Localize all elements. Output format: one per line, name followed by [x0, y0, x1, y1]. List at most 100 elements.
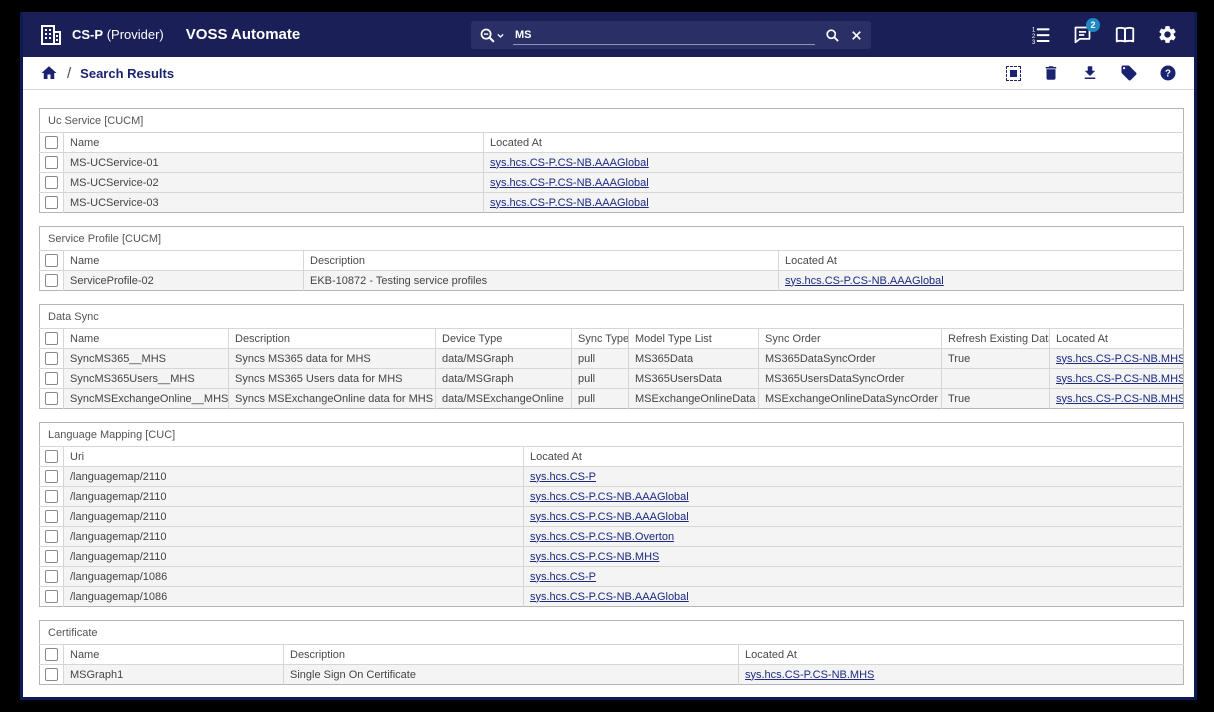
column-header: Description: [229, 329, 436, 349]
located-at-link[interactable]: sys.hcs.CS-P.CS-NB.AAAGlobal: [530, 491, 689, 503]
select-all-checkbox[interactable]: [45, 254, 58, 267]
column-header: Model Type List: [629, 329, 759, 349]
row-checkbox[interactable]: [45, 352, 58, 365]
multi-select-button[interactable]: [1006, 66, 1021, 81]
column-header: Name: [64, 645, 284, 665]
cell-text: pull: [572, 349, 629, 369]
results-table: CertificateNameDescriptionLocated AtMSGr…: [39, 620, 1178, 685]
table-row: /languagemap/1086sys.hcs.CS-P: [40, 567, 1184, 587]
export-button[interactable]: [1081, 64, 1099, 82]
cell-text: pull: [572, 389, 629, 409]
select-all-checkbox[interactable]: [45, 450, 58, 463]
row-select-cell: [40, 193, 64, 213]
table-row: /languagemap/2110 sys.hcs.CS-P: [40, 467, 1184, 487]
row-select-cell: [40, 487, 64, 507]
located-at-link[interactable]: sys.hcs.CS-P.CS-NB.AAAGlobal: [490, 197, 649, 209]
column-header: Uri: [64, 447, 524, 467]
cell-text: /languagemap/2110: [64, 527, 524, 547]
row-select-cell: [40, 153, 64, 173]
results-table: Data SyncNameDescriptionDevice TypeSync …: [39, 304, 1178, 409]
located-at-link[interactable]: sys.hcs.CS-P.CS-NB.MHS: [1056, 393, 1184, 405]
row-checkbox[interactable]: [45, 176, 58, 189]
tag-button[interactable]: [1120, 64, 1138, 82]
located-at-link[interactable]: sys.hcs.CS-P.CS-NB.AAAGlobal: [490, 157, 649, 169]
row-checkbox[interactable]: [45, 550, 58, 563]
numbered-list-button[interactable]: 1 2 3: [1031, 25, 1051, 45]
cell-text: /languagemap/2110: [64, 507, 524, 527]
table-row: /languagemap/1086sys.hcs.CS-P.CS-NB.AAAG…: [40, 587, 1184, 607]
row-select-cell: [40, 665, 64, 685]
search-icon: [825, 28, 840, 43]
located-at-link[interactable]: sys.hcs.CS-P: [530, 471, 596, 483]
help-button[interactable]: ?: [1159, 64, 1177, 82]
cell-text: /languagemap/2110: [64, 467, 524, 487]
cell-text: SyncMS365__MHS: [64, 349, 229, 369]
results-table: Uc Service [CUCM]NameLocated AtMS-UCServ…: [39, 108, 1178, 213]
located-at-link[interactable]: sys.hcs.CS-P.CS-NB.AAAGlobal: [490, 177, 649, 189]
column-header: Sync Type: [572, 329, 629, 349]
table-row: ServiceProfile-02EKB-10872 - Testing ser…: [40, 271, 1184, 291]
table-row: MSGraph1Single Sign On Certificatesys.hc…: [40, 665, 1184, 685]
guide-book-button[interactable]: [1114, 24, 1136, 46]
org-label[interactable]: CS-P (Provider): [72, 27, 164, 42]
table-title: Language Mapping [CUC]: [40, 423, 1184, 447]
cell-text: pull: [572, 369, 629, 389]
row-checkbox[interactable]: [45, 490, 58, 503]
home-icon: [40, 64, 58, 82]
app-title: VOSS Automate: [186, 26, 300, 43]
table-row: /languagemap/2110sys.hcs.CS-P.CS-NB.AAAG…: [40, 487, 1184, 507]
guide-book-icon: [1114, 24, 1136, 46]
numbered-list-icon: 1 2 3: [1031, 25, 1051, 45]
search-submit-button[interactable]: [825, 28, 840, 43]
cell-text: MSExchangeOnlineDataSyncOrder: [759, 389, 942, 409]
select-all-cell: [40, 251, 64, 271]
building-icon: [39, 23, 63, 47]
column-header: Sync Order: [759, 329, 942, 349]
located-at-link[interactable]: sys.hcs.CS-P.CS-NB.MHS: [745, 669, 874, 681]
clear-search-button[interactable]: [850, 29, 863, 42]
row-checkbox[interactable]: [45, 392, 58, 405]
column-header: Located At: [524, 447, 1184, 467]
column-header: Name: [64, 133, 484, 153]
org-name: CS-P: [72, 27, 103, 42]
global-search-input[interactable]: [513, 25, 815, 45]
row-checkbox[interactable]: [45, 570, 58, 583]
cell-text: Single Sign On Certificate: [284, 665, 739, 685]
row-checkbox[interactable]: [45, 372, 58, 385]
select-all-checkbox[interactable]: [45, 332, 58, 345]
cell-text: MS365UsersDataSyncOrder: [759, 369, 942, 389]
row-checkbox[interactable]: [45, 274, 58, 287]
located-at-link[interactable]: sys.hcs.CS-P.CS-NB.AAAGlobal: [530, 511, 689, 523]
delete-button[interactable]: [1042, 64, 1060, 82]
cell-text: data/MSGraph: [436, 369, 572, 389]
located-at-link[interactable]: sys.hcs.CS-P.CS-NB.AAAGlobal: [530, 591, 689, 603]
located-at-link[interactable]: sys.hcs.CS-P.CS-NB.Overton: [530, 531, 674, 543]
row-checkbox[interactable]: [45, 530, 58, 543]
located-at-link[interactable]: sys.hcs.CS-P.CS-NB.MHS: [1056, 373, 1184, 385]
row-checkbox[interactable]: [45, 156, 58, 169]
located-at-link[interactable]: sys.hcs.CS-P.CS-NB.MHS: [530, 551, 659, 563]
search-scope-button[interactable]: [479, 27, 505, 44]
search-results: Uc Service [CUCM]NameLocated AtMS-UCServ…: [23, 90, 1194, 697]
home-button[interactable]: [40, 64, 58, 82]
messages-button[interactable]: 2: [1072, 24, 1093, 45]
located-at-link[interactable]: sys.hcs.CS-P.CS-NB.AAAGlobal: [785, 275, 944, 287]
settings-button[interactable]: [1157, 24, 1178, 45]
column-header: Name: [64, 251, 304, 271]
column-header: Name: [64, 329, 229, 349]
cell-text: SyncMSExchangeOnline__MHS: [64, 389, 229, 409]
row-checkbox[interactable]: [45, 590, 58, 603]
located-at-link[interactable]: sys.hcs.CS-P.CS-NB.MHS: [1056, 353, 1184, 365]
table-row: SyncMS365__MHSSyncs MS365 data for MHSda…: [40, 349, 1184, 369]
table-row: SyncMSExchangeOnline__MHSSyncs MSExchang…: [40, 389, 1184, 409]
table-row: SyncMS365Users__MHSSyncs MS365 Users dat…: [40, 369, 1184, 389]
row-checkbox[interactable]: [45, 510, 58, 523]
select-all-checkbox[interactable]: [45, 648, 58, 661]
select-all-cell: [40, 329, 64, 349]
row-checkbox[interactable]: [45, 196, 58, 209]
row-checkbox[interactable]: [45, 470, 58, 483]
row-checkbox[interactable]: [45, 668, 58, 681]
select-all-checkbox[interactable]: [45, 136, 58, 149]
located-at-link[interactable]: sys.hcs.CS-P: [530, 571, 596, 583]
table-row: /languagemap/2110 sys.hcs.CS-P.CS-NB.AAAG…: [40, 507, 1184, 527]
